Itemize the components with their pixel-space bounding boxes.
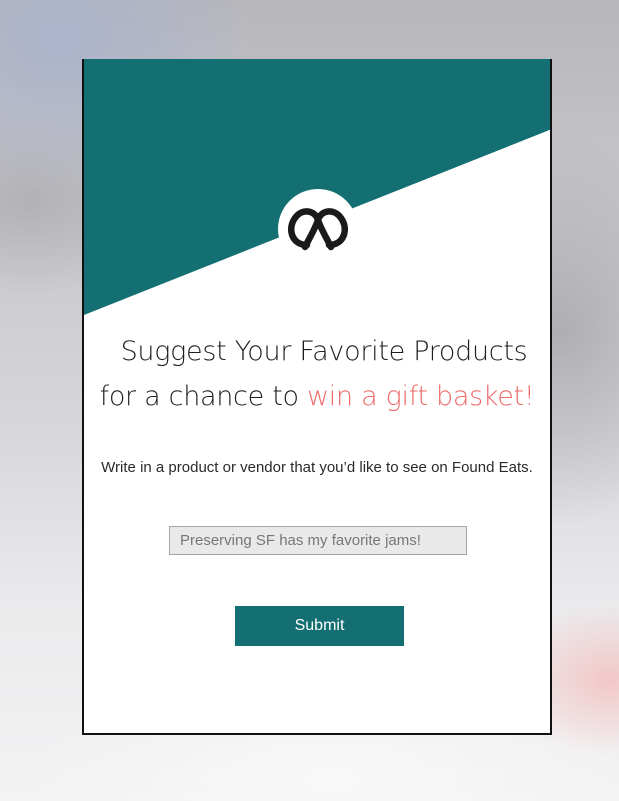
description-text: Write in a product or vendor that you’d … (101, 459, 533, 476)
headline-title: Suggest Your Favorite Products (120, 336, 528, 367)
teal-diagonal-banner (84, 59, 550, 315)
logo-badge (278, 189, 358, 269)
suggestion-modal: Suggest Your Favorite Products for a cha… (82, 59, 552, 735)
pretzel-icon (288, 208, 348, 251)
submit-button[interactable]: Submit (235, 606, 404, 646)
headline-exclamation: ! (523, 381, 535, 412)
suggestion-input[interactable] (169, 526, 467, 555)
headline-gift-basket-highlight: win a gift basket (307, 381, 524, 412)
headline-subtitle-prefix: for a chance to (99, 381, 307, 412)
headline-subtitle: for a chance to win a gift basket! (84, 381, 550, 412)
